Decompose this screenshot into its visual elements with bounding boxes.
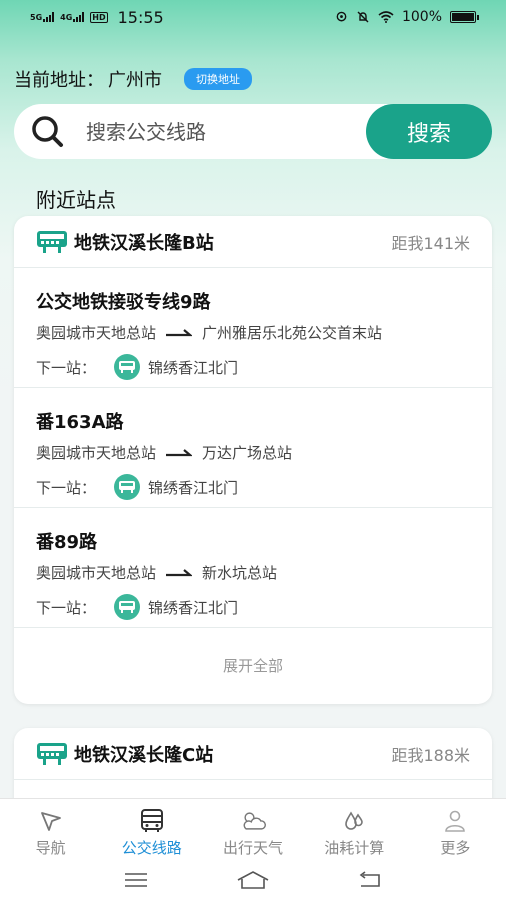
route-name: 公交地铁接驳专线9路: [36, 292, 211, 313]
bottom-tab-bar: 导航 公交线路 出行天气 油耗计算 更多: [0, 798, 506, 860]
next-stop-name: 锦绣香江北门: [148, 358, 239, 377]
battery-percent: 100%: [401, 9, 442, 25]
station-distance: 距我188米: [391, 745, 470, 765]
direction-arrow-icon: [166, 328, 193, 336]
tab-label: 导航: [35, 839, 66, 857]
back-icon[interactable]: [357, 871, 383, 889]
next-stop-row: 下一站： 锦绣香江北门: [36, 354, 238, 380]
search-input[interactable]: [86, 119, 346, 144]
tab-bus-routes[interactable]: 公交线路: [101, 799, 202, 860]
person-icon: [441, 807, 469, 835]
route-from: 奥园城市天地总站: [36, 444, 157, 462]
bus-stop-icon: [37, 230, 67, 253]
next-stop-row: 下一站： 锦绣香江北门: [36, 474, 238, 500]
route-item[interactable]: 番163A路 奥园城市天地总站 万达广场总站 下一站： 锦绣香江北门: [14, 388, 492, 508]
search-button[interactable]: 搜索: [366, 104, 492, 159]
direction-arrow-icon: [166, 448, 193, 456]
fuel-drop-icon: [340, 807, 368, 835]
station-distance: 距我141米: [391, 233, 470, 253]
next-stop-label: 下一站：: [36, 358, 97, 377]
clock: 15:55: [117, 7, 164, 27]
bus-icon: [114, 354, 141, 380]
tab-label: 公交线路: [121, 839, 182, 857]
next-stop-row: 下一站： 锦绣香江北门: [36, 594, 238, 620]
station-header[interactable]: 地铁汉溪长隆C站 距我188米: [14, 728, 492, 780]
bus-icon: [114, 594, 141, 620]
tab-label: 更多: [440, 839, 471, 857]
next-stop-name: 锦绣香江北门: [148, 598, 239, 617]
current-address: 当前地址： 广州市 切换地址: [14, 66, 252, 92]
battery-icon: [450, 11, 479, 23]
tab-label: 油耗计算: [324, 839, 385, 857]
tab-navigation[interactable]: 导航: [0, 799, 101, 860]
menu-icon[interactable]: [123, 871, 149, 889]
bus-icon: [138, 807, 166, 835]
direction-arrow-icon: [166, 568, 193, 576]
expand-all-button[interactable]: 展开全部: [14, 628, 492, 702]
route-from: 奥园城市天地总站: [36, 324, 157, 342]
route-name: 番163A路: [36, 412, 124, 433]
tab-fuel-calc[interactable]: 油耗计算: [304, 799, 405, 860]
weather-icon: [239, 807, 267, 835]
search-icon: [26, 110, 70, 154]
route-from: 奥园城市天地总站: [36, 564, 157, 582]
bus-icon: [114, 474, 141, 500]
system-nav-bar: [0, 860, 506, 900]
station-name: 地铁汉溪长隆C站: [74, 744, 214, 766]
status-bar: 5G 4G HD 15:55 100%: [0, 0, 506, 34]
route-to: 广州雅居乐北苑公交首末站: [202, 324, 383, 342]
home-icon[interactable]: [236, 870, 270, 890]
route-direction: 奥园城市天地总站 新水坑总站: [36, 562, 277, 583]
route-to: 新水坑总站: [202, 564, 278, 582]
next-stop-name: 锦绣香江北门: [148, 478, 239, 497]
location-icon: [336, 11, 347, 21]
route-to: 万达广场总站: [202, 444, 293, 462]
tab-label: 出行天气: [223, 839, 284, 857]
route-direction: 奥园城市天地总站 广州雅居乐北苑公交首末站: [36, 322, 382, 343]
wifi-icon: [378, 11, 394, 23]
status-left: 5G 4G HD 15:55: [30, 8, 164, 27]
route-item[interactable]: 番89路 奥园城市天地总站 新水坑总站 下一站： 锦绣香江北门: [14, 508, 492, 628]
station-card: 地铁汉溪长隆B站 距我141米 公交地铁接驳专线9路 奥园城市天地总站 广州雅居…: [14, 216, 492, 704]
address-city: 广州市: [108, 70, 162, 91]
tab-weather[interactable]: 出行天气: [202, 799, 303, 860]
search-bar: 搜索: [14, 104, 492, 159]
switch-address-button[interactable]: 切换地址: [184, 68, 252, 90]
hd-icon: HD: [90, 11, 108, 23]
signal-5g-icon: 5G: [30, 12, 55, 22]
signal-4g-icon: 4G: [60, 12, 85, 22]
route-direction: 奥园城市天地总站 万达广场总站: [36, 442, 292, 463]
next-stop-label: 下一站：: [36, 478, 97, 497]
tab-more[interactable]: 更多: [405, 799, 506, 860]
signal-4g-label: 4G: [60, 13, 73, 22]
nearby-stations-title: 附近站点: [36, 188, 116, 212]
signal-5g-label: 5G: [30, 13, 43, 22]
status-right: 100%: [335, 9, 479, 25]
route-name: 番89路: [36, 532, 98, 553]
station-header[interactable]: 地铁汉溪长隆B站 距我141米: [14, 216, 492, 268]
mute-icon: [357, 11, 369, 23]
route-item[interactable]: 公交地铁接驳专线9路 奥园城市天地总站 广州雅居乐北苑公交首末站 下一站： 锦绣…: [14, 268, 492, 388]
navigation-arrow-icon: [37, 807, 65, 835]
next-stop-label: 下一站：: [36, 598, 97, 617]
station-name: 地铁汉溪长隆B站: [74, 232, 214, 254]
address-label: 当前地址：: [14, 70, 104, 91]
bus-stop-icon: [37, 742, 67, 765]
